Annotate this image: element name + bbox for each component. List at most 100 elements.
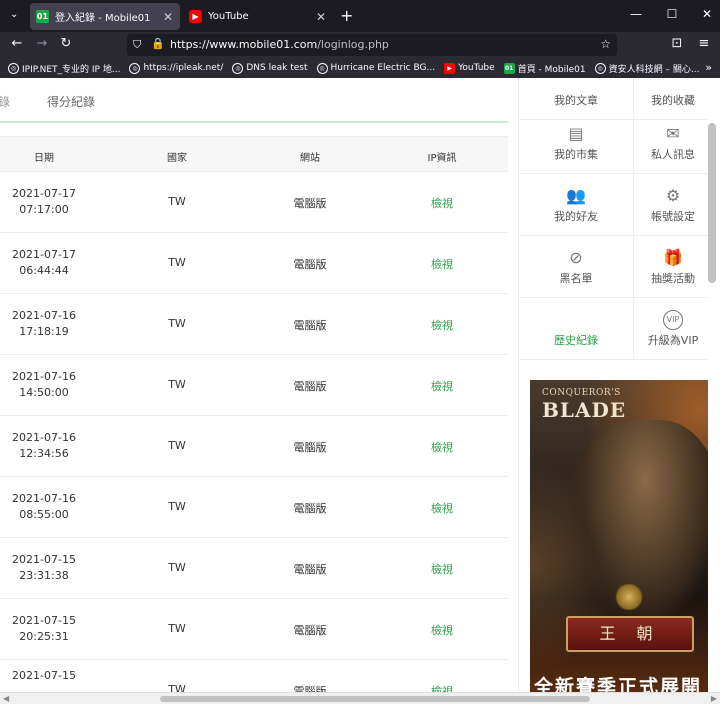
tab-login-record[interactable]: 錄 — [0, 93, 10, 110]
cell-date: 2021-07-16 — [12, 309, 76, 322]
bookmark-label: IPIP.NET_专业的 IP 地... — [22, 64, 121, 75]
bookmarks-overflow-icon[interactable]: » — [705, 61, 712, 74]
bookmark-item[interactable]: ◎ Hurricane Electric BG... — [316, 62, 436, 74]
globe-icon: ◎ — [232, 62, 244, 74]
scroll-left-icon[interactable]: ◀ — [3, 694, 9, 703]
gift-icon: 🎁 — [663, 248, 683, 267]
shield-icon[interactable]: ⛉ — [133, 38, 141, 52]
forward-arrow-icon[interactable]: → — [33, 36, 51, 51]
view-ip-link[interactable]: 檢視 — [392, 317, 492, 333]
bookmark-label: DNS leak test — [246, 63, 308, 73]
table-row: 2021-07-15 20:25:31 TW 電腦版 檢視 — [0, 599, 508, 660]
cell-country: TW — [168, 561, 186, 574]
bookmark-item[interactable]: ◎ 資安人科技網 – 關心... — [594, 62, 700, 75]
cell-time: 06:44:44 — [19, 264, 69, 277]
cell-country: TW — [168, 317, 186, 330]
bookmark-label: YouTube — [458, 63, 495, 73]
vip-icon: VIP — [663, 310, 683, 330]
menu-icon[interactable]: ≡ — [695, 36, 713, 51]
reload-icon[interactable]: ↻ — [57, 36, 75, 51]
cell-date: 2021-07-17 — [12, 187, 76, 200]
view-ip-link[interactable]: 檢視 — [392, 439, 492, 455]
back-arrow-icon[interactable]: ← — [8, 36, 26, 51]
sidebar-item-friends[interactable]: 👥 我的好友 — [519, 174, 633, 236]
header-ip: IP資訊 — [427, 153, 457, 164]
bookmark-label: https://ipleak.net/ — [143, 63, 224, 73]
bookmark-item[interactable]: 01 首頁 - Mobile01 — [503, 62, 586, 75]
tab-close-icon[interactable]: ✕ — [313, 10, 329, 24]
sidebar-scrollbar[interactable] — [708, 123, 716, 283]
cell-datetime: 2021-07-17 06:44:44 — [0, 247, 94, 279]
horizontal-scrollbar[interactable]: ◀ ▶ — [0, 692, 720, 704]
bookmark-label: 資安人科技網 – 關心... — [608, 64, 700, 75]
bookmark-item[interactable]: ◎ https://ipleak.net/ — [129, 62, 224, 74]
table-row: 2021-07-16 12:34:56 TW 電腦版 檢視 — [0, 416, 508, 477]
view-ip-link[interactable]: 檢視 — [392, 256, 492, 272]
store-icon: ▤ — [568, 124, 584, 143]
cell-site: 電腦版 — [293, 624, 327, 637]
tab-youtube[interactable]: ▶ YouTube ✕ — [183, 3, 333, 30]
cell-date: 2021-07-16 — [12, 370, 76, 383]
sidebar-item-label: 我的市集 — [554, 148, 598, 161]
url-bar[interactable]: ⛉ 🔒 https://www.mobile01.com/loginlog.ph… — [127, 34, 617, 56]
ad-promo-text: 全新賽季正式展開 — [534, 676, 703, 692]
sidebar-item-label: 我的收藏 — [651, 94, 695, 107]
view-ip-link[interactable]: 檢視 — [392, 195, 492, 211]
sidebar-item-history[interactable]: 歷史紀錄 — [519, 298, 633, 360]
bookmark-label: Hurricane Electric BG... — [330, 63, 436, 73]
globe-icon: ◎ — [129, 62, 141, 74]
cell-datetime: 2021-07-16 08:55:00 — [0, 491, 94, 523]
sidebar-item-mail[interactable]: ✉ 私人訊息 — [633, 112, 713, 174]
window-close-icon[interactable]: ✕ — [697, 7, 717, 21]
view-ip-link[interactable]: 檢視 — [392, 561, 492, 577]
tab-title: 登入紀錄 - Mobile01 — [55, 13, 151, 24]
tab-score-record[interactable]: 得分紀錄 — [47, 93, 95, 110]
view-ip-link[interactable]: 檢視 — [392, 622, 492, 638]
url-text[interactable]: https://www.mobile01.com/loginlog.php — [170, 38, 389, 51]
sidebar-item-vip[interactable]: VIP 升級為VIP — [633, 298, 713, 360]
cell-date: 2021-07-15 — [12, 669, 76, 682]
view-ip-link[interactable]: 檢視 — [392, 500, 492, 516]
sidebar-item-label: 我的文章 — [554, 94, 598, 107]
tab-mobile01[interactable]: 01 登入紀錄 - Mobile01 ✕ — [30, 3, 180, 30]
mail-icon: ✉ — [666, 124, 680, 143]
scroll-right-icon[interactable]: ▶ — [711, 694, 717, 703]
cell-site: 電腦版 — [293, 441, 327, 454]
bookmarks-bar: ◎ IPIP.NET_专业的 IP 地... ◎ https://ipleak.ne… — [0, 58, 720, 78]
article-icon — [565, 78, 587, 90]
ad-dynasty-banner: 王 朝 — [566, 616, 694, 652]
tab-close-icon[interactable]: ✕ — [160, 10, 176, 24]
cell-datetime: 2021-07-15 20:25:31 — [0, 613, 94, 645]
view-ip-link[interactable]: 檢視 — [392, 378, 492, 394]
header-site: 網站 — [300, 153, 320, 164]
sidebar-item-gift[interactable]: 🎁 抽獎活動 — [633, 236, 713, 298]
cell-country: TW — [168, 622, 186, 635]
lock-icon[interactable]: 🔒 — [151, 37, 165, 50]
advertisement-banner[interactable]: CONQUEROR'S BLADE 王 朝 全新賽季正式展開 — [530, 380, 708, 692]
bookmark-star-icon[interactable]: ☆ — [600, 37, 611, 51]
bookmark-item[interactable]: ◎ DNS leak test — [232, 62, 308, 74]
ad-crest-icon — [614, 584, 644, 610]
nav-toolbar: ← → ↻ ⛉ 🔒 https://www.mobile01.com/login… — [0, 32, 720, 58]
header-country: 國家 — [167, 153, 187, 164]
bookmark-item[interactable]: ◎ IPIP.NET_专业的 IP 地... — [8, 62, 120, 75]
youtube-favicon-icon: ▶ — [189, 10, 202, 23]
sidebar-item-block[interactable]: ⊘ 黑名單 — [519, 236, 633, 298]
cell-country: TW — [168, 378, 186, 391]
new-tab-button[interactable]: + — [340, 6, 353, 25]
sidebar-item-gear[interactable]: ⚙ 帳號設定 — [633, 174, 713, 236]
bookmark-item[interactable]: ▶ YouTube — [444, 62, 495, 74]
list-all-tabs-icon[interactable]: ⌄ — [10, 9, 18, 20]
bookmark-icon — [662, 78, 684, 90]
sidebar-item-store[interactable]: ▤ 我的市集 — [519, 112, 633, 174]
youtube-icon: ▶ — [444, 62, 456, 74]
record-tabs: 錄 得分紀錄 — [0, 78, 508, 122]
cell-site: 電腦版 — [293, 319, 327, 332]
cell-datetime: 2021-07-16 17:18:19 — [0, 308, 94, 340]
table-row: 2021-07-15 23:31:38 TW 電腦版 檢視 — [0, 538, 508, 599]
minimize-icon[interactable]: — — [626, 7, 646, 21]
scroll-thumb[interactable] — [160, 696, 590, 702]
pocket-icon[interactable]: ⊡ — [668, 36, 686, 51]
maximize-icon[interactable]: ☐ — [662, 7, 682, 21]
cell-time: 07:17:00 — [19, 203, 69, 216]
